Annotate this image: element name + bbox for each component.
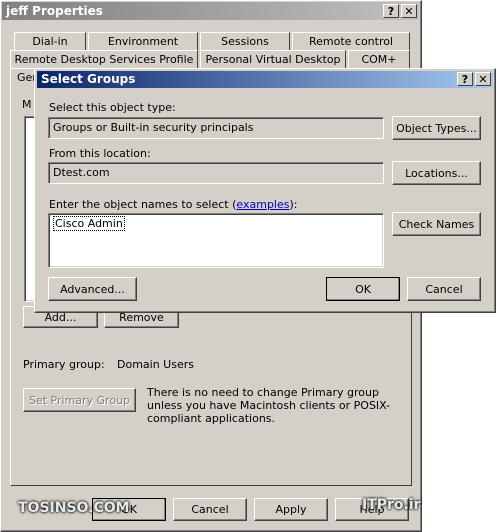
locations-button[interactable]: Locations...	[392, 161, 481, 185]
tab-general[interactable]: Gen	[10, 68, 39, 86]
outer-apply-button[interactable]: Apply	[254, 498, 328, 521]
check-names-button[interactable]: Check Names	[392, 212, 481, 236]
object-type-label: Select this object type:	[49, 101, 176, 114]
object-names-label-suffix: ):	[289, 198, 298, 211]
examples-link[interactable]: examples	[236, 198, 289, 211]
object-names-input[interactable]: Cisco Admin	[48, 213, 384, 268]
member-of-label: M	[22, 98, 32, 111]
object-names-value: Cisco Admin	[53, 216, 125, 231]
help-icon[interactable]: ?	[383, 4, 399, 18]
tab-personal-virtual-desktop[interactable]: Personal Virtual Desktop	[200, 50, 346, 68]
tab-sessions[interactable]: Sessions	[200, 32, 290, 50]
object-types-button[interactable]: Object Types...	[392, 116, 481, 140]
object-names-label: Enter the object names to select (exampl…	[49, 198, 297, 211]
primary-group-value: Domain Users	[117, 358, 194, 371]
watermark-left: TOSINSO.COM	[18, 500, 130, 516]
tab-rds-profile[interactable]: Remote Desktop Services Profile	[10, 50, 198, 68]
outer-cancel-button[interactable]: Cancel	[173, 498, 247, 521]
window-title: jeff Properties	[6, 4, 103, 18]
tab-com-plus[interactable]: COM+	[348, 50, 410, 68]
watermark-right: ITPro.ir	[362, 497, 421, 513]
dialog-close-icon[interactable]: ✕	[475, 72, 491, 86]
location-label: From this location:	[49, 147, 151, 160]
primary-group-label: Primary group:	[23, 358, 105, 371]
location-field: Dtest.com	[48, 162, 384, 184]
properties-title-bar[interactable]: jeff Properties	[2, 2, 419, 20]
primary-group-info: There is no need to change Primary group…	[147, 386, 391, 425]
object-type-field: Groups or Built-in security principals	[48, 117, 384, 139]
advanced-button[interactable]: Advanced...	[48, 277, 137, 301]
select-groups-title-bar[interactable]: Select Groups	[37, 71, 493, 88]
dialog-title: Select Groups	[41, 72, 136, 86]
dialog-ok-button[interactable]: OK	[326, 277, 400, 301]
object-names-label-prefix: Enter the object names to select (	[49, 198, 237, 211]
close-icon[interactable]: ✕	[401, 4, 417, 18]
set-primary-group-button[interactable]: Set Primary Group	[23, 388, 136, 412]
tab-environment[interactable]: Environment	[88, 32, 198, 50]
dialog-help-icon[interactable]: ?	[457, 72, 473, 86]
dialog-cancel-button[interactable]: Cancel	[407, 277, 481, 301]
tab-remote-control[interactable]: Remote control	[292, 32, 410, 50]
tab-dial-in[interactable]: Dial-in	[14, 32, 86, 50]
